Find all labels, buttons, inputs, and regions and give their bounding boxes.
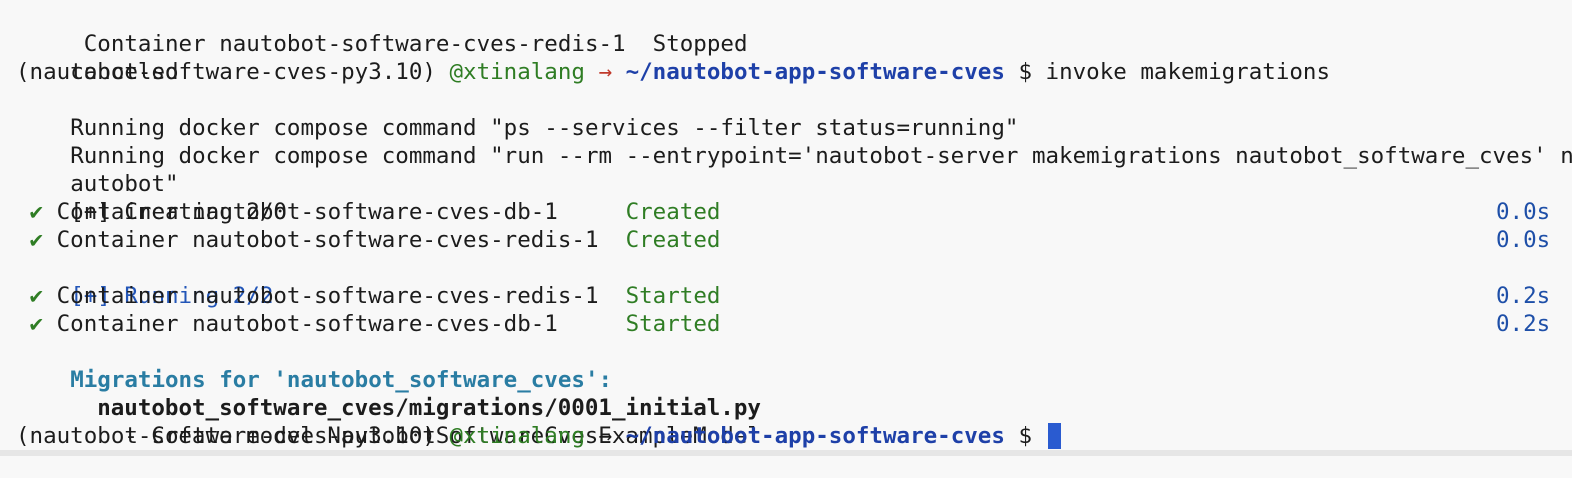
migration-operation-line: - Create model NautobotSoftwareCvesExamp…	[16, 394, 1572, 449]
command-text: invoke makemigrations	[1045, 59, 1331, 85]
container-status: Started	[625, 283, 721, 309]
container-status: Created	[625, 199, 721, 225]
text-cursor[interactable]	[1047, 423, 1061, 449]
prompt-user: @xtinalang	[449, 59, 585, 85]
output-line-canceled: canceled	[16, 30, 1572, 85]
container-status-row: ✔ Container nautobot-software-cves-redis…	[16, 282, 1572, 310]
container-name: Container nautobot-software-cves-db-1	[56, 311, 626, 337]
container-name: Container nautobot-software-cves-redis-1	[56, 227, 626, 253]
shell-prompt-1: (nautobot-software-cves-py3.10) @xtinala…	[16, 58, 1572, 86]
migration-file-line: nautobot_software_cves/migrations/0001_i…	[16, 366, 1572, 421]
prompt-user: @xtinalang	[449, 423, 585, 449]
prompt-path: ~/nautobot-app-software-cves	[625, 59, 1005, 85]
prompt-arrow-icon: →	[598, 423, 613, 449]
creating-header: [+] Creating 2/0	[16, 170, 1572, 225]
virtualenv-label: (nautobot-software-cves-py3.10)	[16, 59, 436, 85]
prompt-symbol: $	[1018, 423, 1032, 449]
checkmark-icon: ✔	[29, 199, 44, 225]
checkmark-icon: ✔	[29, 311, 44, 337]
container-time: 0.0s	[1496, 227, 1551, 253]
container-status-row: ✔ Container nautobot-software-cves-redis…	[16, 226, 1572, 254]
shell-prompt-2[interactable]: (nautobot-software-cves-py3.10) @xtinala…	[16, 422, 1572, 450]
container-time: 0.0s	[1496, 199, 1551, 225]
virtualenv-label: (nautobot-software-cves-py3.10)	[16, 423, 436, 449]
prompt-path: ~/nautobot-app-software-cves	[625, 423, 1005, 449]
container-name: Container nautobot-software-cves-redis-1	[56, 283, 626, 309]
container-time: 0.2s	[1496, 283, 1551, 309]
container-status-row: ✔ Container nautobot-software-cves-db-1 …	[16, 198, 1572, 226]
output-line-docker-run: Running docker compose command "run --rm…	[16, 114, 1572, 169]
output-line-container-stopped: Container nautobot-software-cves-redis-1…	[16, 2, 1572, 57]
running-header: [+] Running 2/2	[16, 254, 1572, 309]
terminal-window[interactable]: Container nautobot-software-cves-redis-1…	[0, 0, 1572, 456]
output-line-docker-run-wrap: autobot"	[16, 142, 1572, 197]
checkmark-icon: ✔	[29, 227, 44, 253]
prompt-symbol: $	[1018, 59, 1032, 85]
container-status: Started	[625, 311, 721, 337]
container-status: Created	[625, 227, 721, 253]
output-line-docker-ps: Running docker compose command "ps --ser…	[16, 86, 1572, 141]
migrations-header: Migrations for 'nautobot_software_cves':	[16, 338, 1572, 393]
prompt-arrow-icon: →	[598, 59, 613, 85]
container-time: 0.2s	[1496, 311, 1551, 337]
container-name: Container nautobot-software-cves-db-1	[56, 199, 626, 225]
checkmark-icon: ✔	[29, 283, 44, 309]
container-status-row: ✔ Container nautobot-software-cves-db-1 …	[16, 310, 1572, 338]
terminal-bottom-edge	[0, 450, 1572, 456]
